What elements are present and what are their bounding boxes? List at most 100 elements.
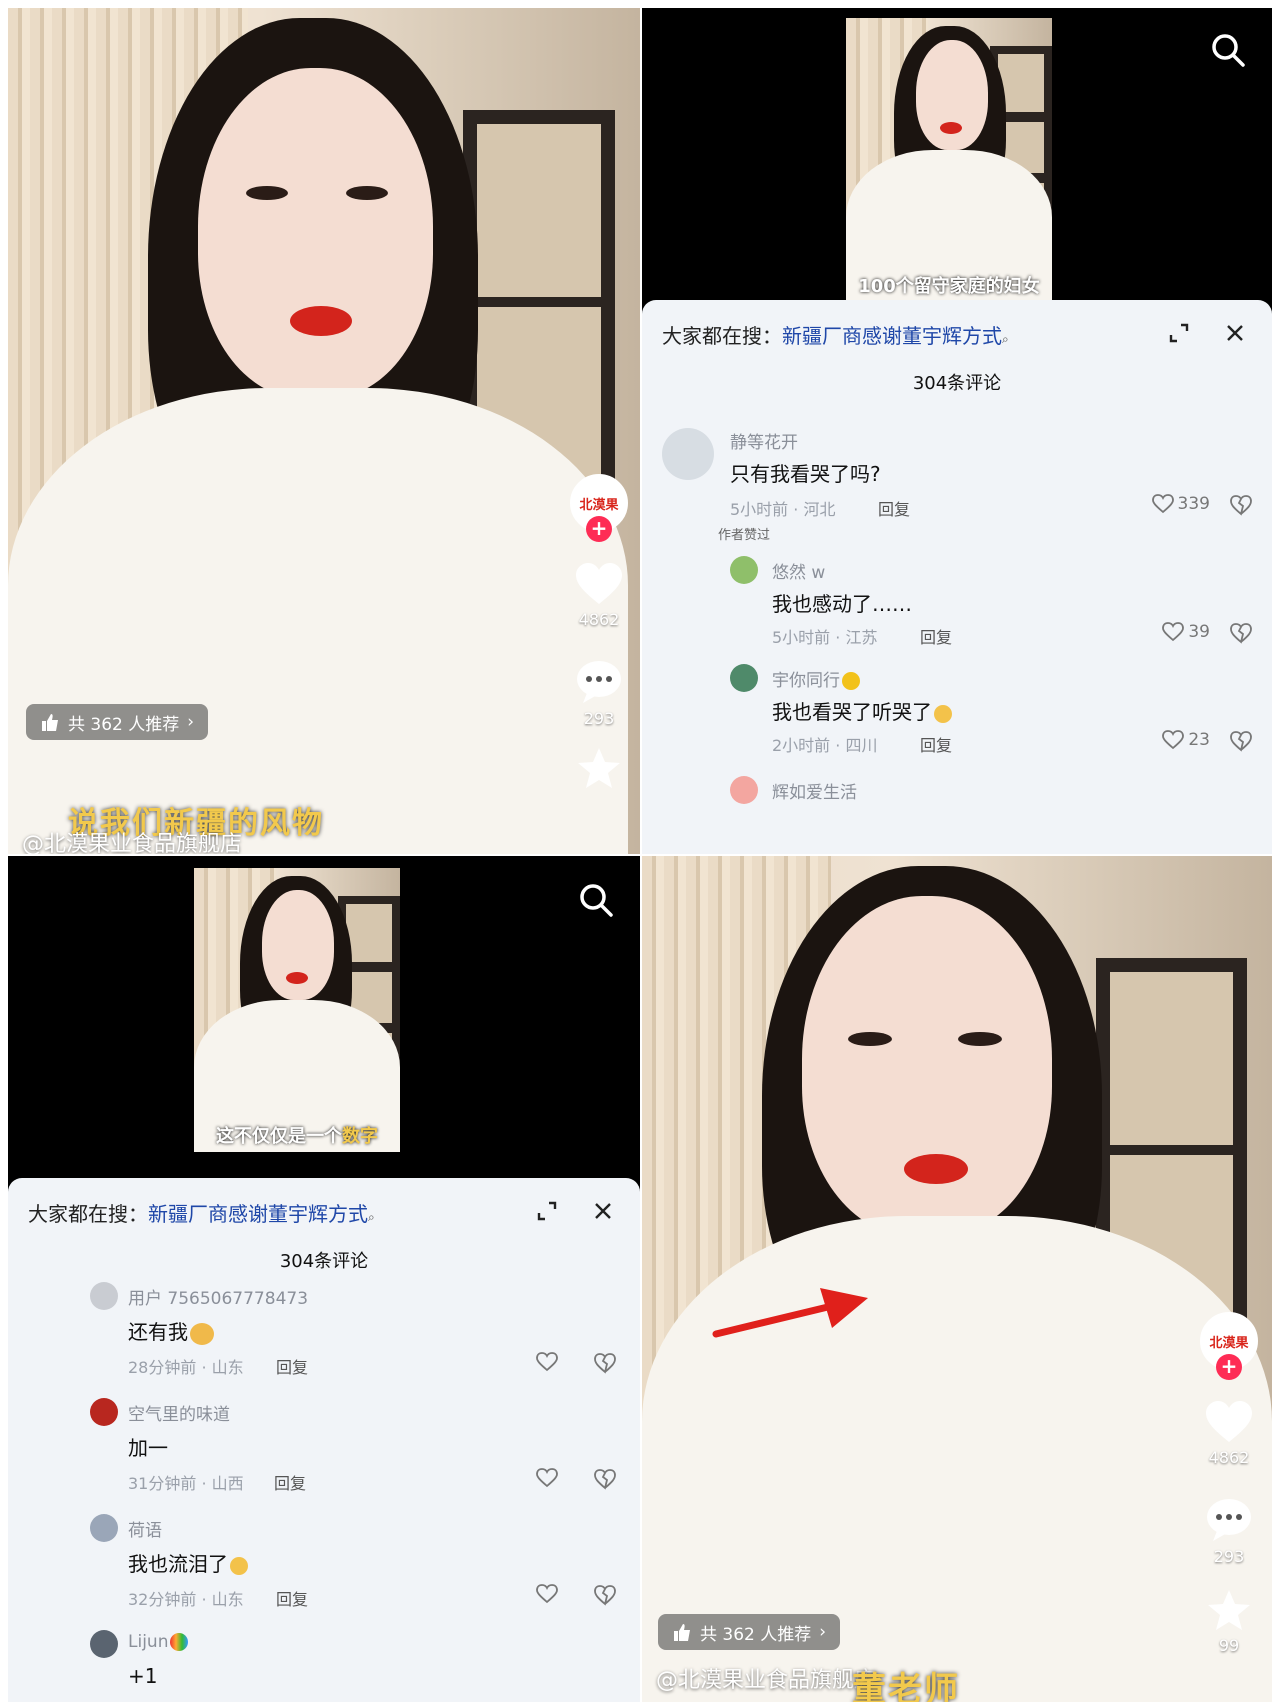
- comment-reply-item: 用户 7565067778473 还有我 28分钟前 · 山东 回复: [8, 1280, 640, 1390]
- like-button[interactable]: [574, 562, 624, 606]
- heart-outline-icon: [536, 1584, 558, 1604]
- user-avatar[interactable]: [90, 1630, 118, 1658]
- comment-count-title: 304条评论: [279, 1251, 369, 1272]
- comment-dislike-button[interactable]: [1230, 730, 1252, 756]
- reply-button[interactable]: 回复: [274, 1470, 306, 1494]
- search-button[interactable]: [578, 882, 618, 922]
- reply-button[interactable]: 回复: [920, 624, 952, 648]
- user-avatar[interactable]: [662, 428, 714, 480]
- close-button[interactable]: [592, 1200, 614, 1222]
- comment-meta: 32分钟前 · 山东: [128, 1590, 244, 1609]
- search-mini-icon: ⌕: [368, 1210, 375, 1224]
- screenshot-collage: 北漠果 + 4862 293 共 362 人推荐 › 说我们新疆的风物 @北漠果…: [0, 0, 1280, 1706]
- brand-badge: 北漠果: [579, 497, 619, 513]
- comment-meta: 2小时前 · 四川: [772, 736, 878, 755]
- comment-text: 只有我看哭了吗?: [730, 462, 881, 486]
- comment-button[interactable]: [575, 659, 623, 705]
- comment-like-button[interactable]: [536, 1584, 558, 1604]
- recommend-label: 共 362 人推荐: [700, 1624, 812, 1645]
- user-avatar[interactable]: [90, 1282, 118, 1310]
- broken-heart-icon: [594, 1353, 616, 1374]
- comment-icon: [1207, 1499, 1251, 1541]
- comment-like-button[interactable]: 23: [1162, 730, 1210, 750]
- comment-like-button[interactable]: 39: [1162, 622, 1210, 642]
- rainbow-icon: [170, 1633, 189, 1651]
- comment-button[interactable]: [1205, 1497, 1253, 1543]
- close-icon: [1227, 325, 1243, 341]
- star-icon: [1208, 1590, 1250, 1630]
- comment-item: 静等花开 只有我看哭了吗? 5小时前 · 河北 回复 339 作者赞过: [642, 424, 1272, 544]
- comment-username[interactable]: 用户 7565067778473: [128, 1284, 308, 1309]
- comment-username[interactable]: 空气里的味道: [128, 1400, 230, 1425]
- reply-button[interactable]: 回复: [920, 732, 952, 756]
- hot-search-term[interactable]: 新疆厂商感谢董宇辉方式: [782, 324, 1002, 348]
- comment-like-count: 339: [1177, 494, 1210, 514]
- creator-avatar[interactable]: 北漠果 +: [1200, 1312, 1258, 1380]
- comment-like-button[interactable]: [536, 1468, 558, 1488]
- comment-dislike-button[interactable]: [1230, 622, 1252, 648]
- comment-reply-item: 荷语 我也流泪了 32分钟前 · 山东 回复: [8, 1512, 640, 1622]
- comment-username[interactable]: 悠然 w: [772, 558, 825, 583]
- follow-button[interactable]: +: [1216, 1354, 1242, 1380]
- creator-avatar[interactable]: 北漠果 +: [570, 474, 628, 542]
- heart-outline-icon: [536, 1468, 558, 1488]
- user-avatar[interactable]: [730, 664, 758, 692]
- action-rail: 北漠果 + 4862 293: [564, 474, 634, 790]
- comment-text: +1: [128, 1664, 158, 1688]
- comment-dislike-button[interactable]: [594, 1584, 616, 1610]
- favorite-button[interactable]: [576, 746, 622, 790]
- author-handle[interactable]: @北漠果业食品旗舰店: [656, 1662, 876, 1694]
- expand-button[interactable]: [536, 1200, 558, 1222]
- comment-username[interactable]: 辉如爱生活: [772, 778, 857, 803]
- expand-button[interactable]: [1168, 322, 1190, 344]
- comment-text: 还有我: [128, 1316, 214, 1345]
- mini-video-subtitle: 100个留守家庭的妇女: [858, 276, 1040, 297]
- comment-username[interactable]: Lijun: [128, 1632, 189, 1652]
- video-panel-top-left[interactable]: 北漠果 + 4862 293 共 362 人推荐 › 说我们新疆的风物 @北漠果…: [8, 8, 640, 854]
- reply-button[interactable]: 回复: [276, 1354, 308, 1378]
- follow-button[interactable]: +: [586, 516, 612, 542]
- like-button[interactable]: [1204, 1400, 1254, 1444]
- chevron-right-icon: ›: [187, 712, 195, 732]
- comment-username[interactable]: 宇你同行: [772, 666, 860, 691]
- comment-dislike-button[interactable]: [594, 1352, 616, 1378]
- comment-dislike-button[interactable]: [1230, 494, 1252, 520]
- comment-reply-item: 悠然 w 我也感动了…… 5小时前 · 江苏 回复 39: [642, 554, 1272, 654]
- mini-video[interactable]: 100个留守家庭的妇女: [846, 18, 1052, 302]
- comment-like-count: 39: [1188, 622, 1210, 642]
- favorite-button[interactable]: [1206, 1588, 1252, 1632]
- search-button[interactable]: [1210, 32, 1250, 72]
- comment-dislike-button[interactable]: [594, 1468, 616, 1494]
- mini-video[interactable]: 这不仅仅是一个数字: [194, 868, 400, 1152]
- video-panel-bottom-right[interactable]: 北漠果 + 4862 293 99 共 362 人推荐 › @北漠果业食品旗舰店…: [642, 856, 1272, 1702]
- comment-sheet: 大家都在搜：新疆厂商感谢董宇辉方式⌕ 304条评论 静等花开 只有我看哭了吗? …: [642, 300, 1272, 854]
- comment-like-button[interactable]: [536, 1352, 558, 1372]
- recommend-pill[interactable]: 共 362 人推荐 ›: [658, 1614, 841, 1650]
- user-avatar[interactable]: [730, 776, 758, 804]
- user-avatar[interactable]: [730, 556, 758, 584]
- comment-username[interactable]: 静等花开: [730, 428, 798, 453]
- recommend-pill[interactable]: 共 362 人推荐 ›: [26, 704, 209, 740]
- hot-search-prefix: 大家都在搜：: [662, 324, 782, 348]
- comment-like-button[interactable]: 339: [1151, 494, 1210, 514]
- reply-button[interactable]: 回复: [878, 496, 910, 520]
- search-icon: [1212, 34, 1245, 67]
- user-avatar[interactable]: [90, 1398, 118, 1426]
- comment-text: 我也看哭了听哭了: [772, 696, 952, 725]
- broken-heart-icon: [1230, 623, 1252, 644]
- comment-text: 我也流泪了: [128, 1548, 248, 1577]
- author-handle[interactable]: @北漠果业食品旗舰店: [22, 826, 242, 854]
- comment-like-count: 23: [1188, 730, 1210, 750]
- reply-button[interactable]: 回复: [276, 1586, 308, 1610]
- close-button[interactable]: [1224, 322, 1246, 344]
- comment-username[interactable]: 荷语: [128, 1516, 162, 1541]
- like-count: 4862: [1208, 1448, 1250, 1467]
- comment-reply-item: 空气里的味道 加一 31分钟前 · 山西 回复: [8, 1396, 640, 1506]
- heart-outline-icon: [1162, 730, 1185, 750]
- expand-icon: [1169, 323, 1189, 343]
- presenter: [642, 856, 1272, 1702]
- comment-count: 293: [583, 709, 615, 728]
- comment-reply-item: 宇你同行 我也看哭了听哭了 2小时前 · 四川 回复 23: [642, 662, 1272, 762]
- user-avatar[interactable]: [90, 1514, 118, 1542]
- hot-search-term[interactable]: 新疆厂商感谢董宇辉方式: [148, 1202, 368, 1226]
